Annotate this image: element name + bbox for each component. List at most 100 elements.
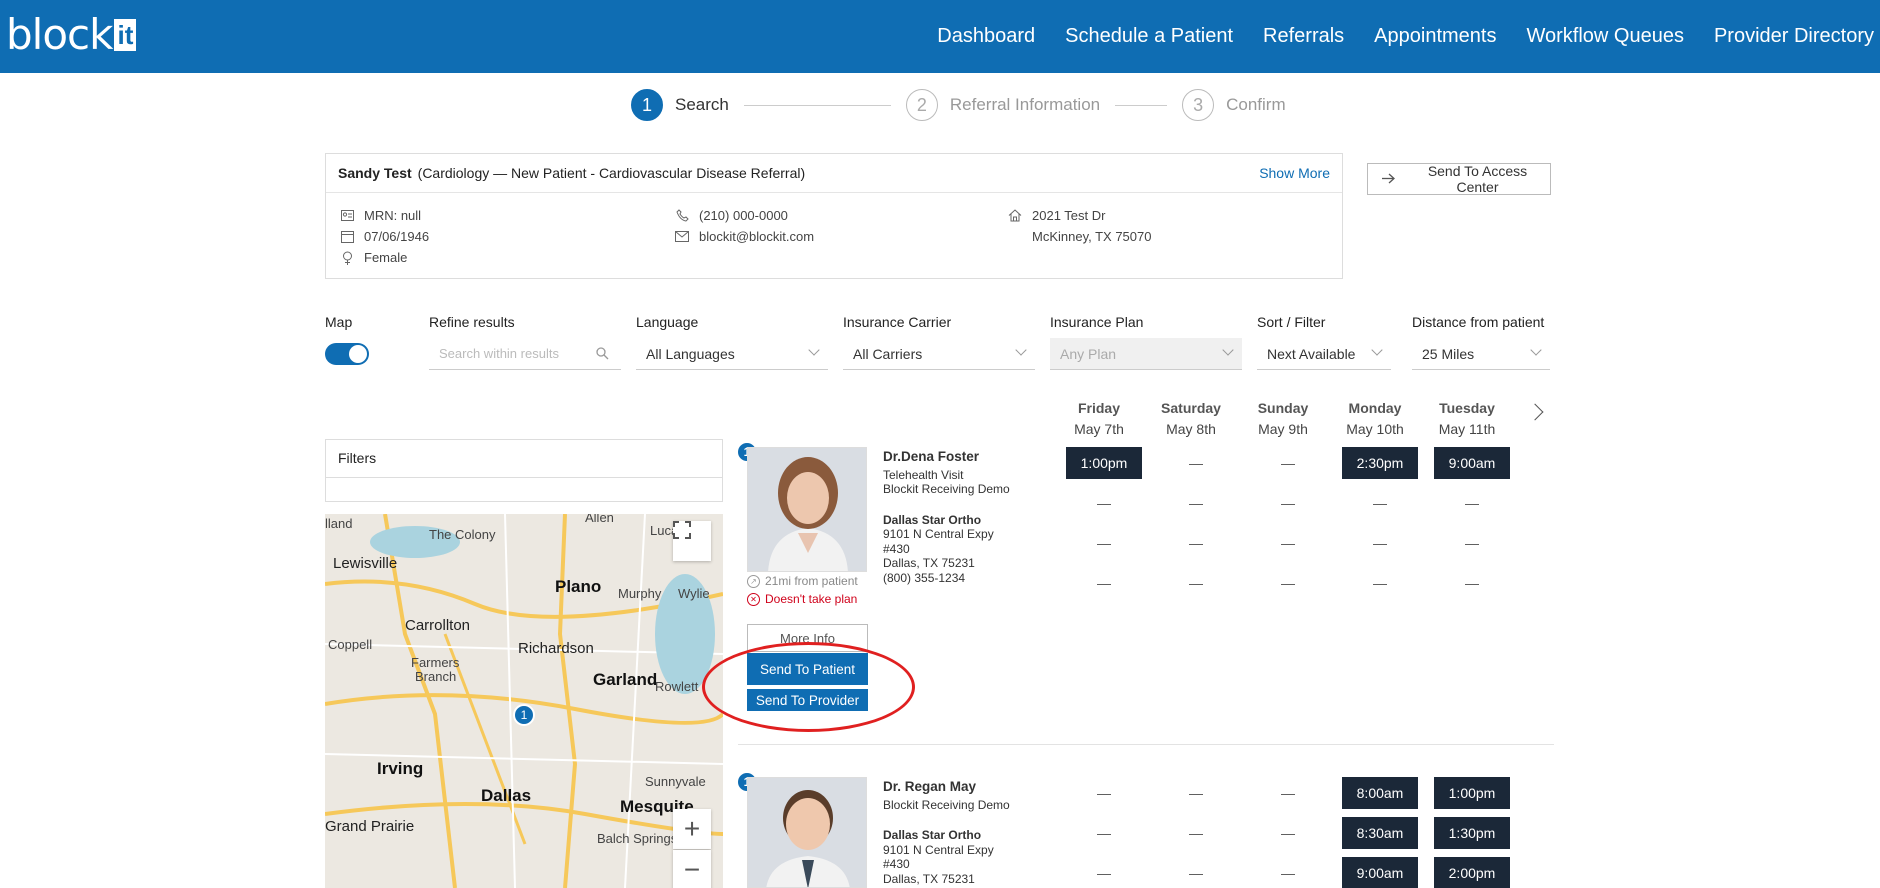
no-availability-slot: — [1281, 785, 1295, 801]
time-slot-button[interactable]: 2:30pm [1342, 447, 1418, 479]
no-availability-slot: — [1281, 575, 1295, 591]
day-header: Monday May 10th [1336, 398, 1414, 440]
nav-provider-directory[interactable]: Provider Directory [1714, 25, 1874, 48]
insurance-carrier-select[interactable]: All Carriers [843, 338, 1035, 370]
sort-filter-select[interactable]: Next Available [1257, 338, 1391, 370]
step-number: 1 [631, 89, 663, 121]
nav-workflow-queues[interactable]: Workflow Queues [1526, 25, 1683, 48]
no-availability-slot: — [1189, 495, 1203, 511]
provider-name[interactable]: Dr.Dena Foster [883, 449, 1010, 465]
map-label: lland [325, 516, 353, 531]
map-toggle-label: Map [325, 314, 353, 330]
chevron-down-icon [1530, 344, 1542, 356]
patient-name: Sandy Test [338, 165, 412, 181]
nav-schedule-a-patient[interactable]: Schedule a Patient [1065, 25, 1233, 48]
send-to-access-center-button[interactable]: Send To Access Center [1367, 163, 1551, 195]
nav-dashboard[interactable]: Dashboard [937, 25, 1035, 48]
provider-distance: ↗ 21mi from patient [747, 574, 858, 588]
day-name: Sunday [1257, 400, 1309, 416]
map-label: Farmers [411, 655, 460, 670]
map-label: Rowlett [655, 679, 699, 694]
toggle-knob [349, 345, 367, 363]
step-label: Search [675, 95, 729, 114]
main-nav: Dashboard Schedule a Patient Referrals A… [937, 0, 1874, 73]
plan-warning-text: Doesn't take plan [765, 592, 858, 606]
time-slot-button[interactable]: 8:00am [1342, 777, 1418, 809]
plan-warning: ✕ Doesn't take plan [747, 592, 857, 606]
map-label: Murphy [618, 586, 662, 601]
language-select[interactable]: All Languages [636, 338, 828, 370]
mail-icon [675, 230, 689, 244]
zoom-out-button[interactable]: − [673, 850, 711, 888]
no-availability-slot: — [1373, 495, 1387, 511]
no-availability-slot: — [1281, 865, 1295, 881]
distance-select[interactable]: 25 Miles [1412, 338, 1550, 370]
chevron-down-icon [1015, 344, 1027, 356]
search-input[interactable] [439, 346, 579, 361]
no-availability-slot: — [1465, 575, 1479, 591]
provider-map-marker[interactable]: 1 [513, 704, 535, 726]
provider-photo [747, 777, 867, 888]
refine-results-label: Refine results [429, 314, 515, 330]
zoom-in-button[interactable]: + [673, 809, 711, 849]
insurance-carrier-value: All Carriers [853, 345, 923, 362]
blockit-logo[interactable]: blockit blockit [6, 14, 137, 56]
provider-photo [747, 447, 867, 572]
provider-organization: Blockit Receiving Demo [883, 797, 1010, 812]
insurance-plan-select: Any Plan [1050, 338, 1242, 370]
location-address-line2: #430 [883, 541, 910, 556]
nav-appointments[interactable]: Appointments [1374, 25, 1496, 48]
patient-mrn: MRN: null [364, 208, 422, 223]
language-value: All Languages [646, 345, 735, 362]
no-availability-slot: — [1097, 785, 1111, 801]
time-slot-button[interactable]: 1:00pm [1434, 777, 1510, 809]
progress-stepper: 1 Search 2 Referral Information 3 Confir… [631, 89, 1286, 121]
patient-demographics: MRN: null 07/06/1946 Female [340, 205, 675, 268]
day-date: May 7th [1074, 421, 1124, 437]
location-address-line3: Dallas, TX 75231 [883, 556, 975, 570]
chevron-right-icon[interactable] [1526, 403, 1544, 421]
provider-map[interactable]: lland The Colony Allen Luca Lewisville P… [325, 514, 723, 888]
provider-name[interactable]: Dr. Regan May [883, 779, 1010, 795]
step-confirm: 3 Confirm [1182, 89, 1286, 121]
map-label: The Colony [429, 527, 496, 542]
sort-filter-value: Next Available [1267, 345, 1356, 362]
filters-title[interactable]: Filters [326, 440, 722, 478]
step-connector [743, 104, 891, 106]
home-icon [1008, 209, 1022, 223]
patient-card: Sandy Test (Cardiology — New Patient - C… [325, 153, 1343, 279]
time-slot-button[interactable]: 8:30am [1342, 817, 1418, 849]
more-info-button[interactable]: More Info [747, 624, 868, 652]
chevron-down-icon [1371, 344, 1383, 356]
day-header: Saturday May 8th [1152, 398, 1230, 440]
no-availability-slot: — [1373, 575, 1387, 591]
time-slot-button[interactable]: 1:00pm [1066, 447, 1142, 479]
distance-label: Distance from patient [1412, 314, 1545, 330]
insurance-carrier-label: Insurance Carrier [843, 314, 952, 330]
time-slot-button[interactable]: 9:00am [1342, 857, 1418, 888]
no-availability-slot: — [1373, 535, 1387, 551]
map-toggle[interactable] [325, 343, 369, 365]
patient-sex: Female [364, 250, 408, 265]
time-slot-button[interactable]: 9:00am [1434, 447, 1510, 479]
day-name: Monday [1348, 400, 1402, 416]
fullscreen-button[interactable] [673, 521, 711, 561]
no-availability-slot: — [1189, 575, 1203, 591]
compass-icon: ↗ [747, 574, 760, 588]
day-name: Saturday [1161, 400, 1221, 416]
location-phone: (800) 355-1234 [883, 570, 966, 585]
no-availability-slot: — [1281, 495, 1295, 511]
patient-email: blockit@blockit.com [699, 229, 815, 244]
send-to-patient-button[interactable]: Send To Patient [747, 653, 868, 685]
error-x-icon: ✕ [747, 592, 760, 606]
referral-context: (Cardiology — New Patient - Cardiovascul… [417, 165, 806, 181]
send-to-provider-button[interactable]: Send To Provider [747, 689, 868, 711]
show-more-link[interactable]: Show More [1259, 165, 1330, 181]
nav-referrals[interactable]: Referrals [1263, 25, 1344, 48]
search-icon[interactable] [596, 347, 609, 363]
no-availability-slot: — [1189, 455, 1203, 471]
time-slot-button[interactable]: 1:30pm [1434, 817, 1510, 849]
time-slot-button[interactable]: 2:00pm [1434, 857, 1510, 888]
no-availability-slot: — [1189, 535, 1203, 551]
no-availability-slot: — [1189, 785, 1203, 801]
